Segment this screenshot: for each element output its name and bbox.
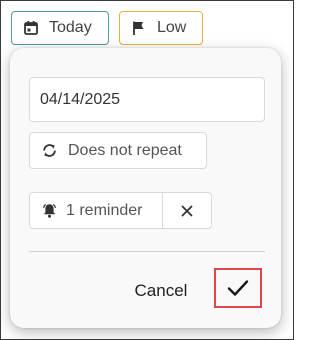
repeat-button[interactable]: Does not repeat — [29, 132, 207, 169]
bell-icon — [41, 202, 58, 219]
reminder-label: 1 reminder — [66, 201, 143, 219]
date-chip-label: Today — [49, 19, 92, 36]
check-icon — [227, 279, 249, 297]
date-chip[interactable]: Today — [11, 11, 109, 45]
reminder-control: 1 reminder — [29, 192, 212, 229]
divider — [29, 251, 265, 252]
flag-icon — [131, 20, 147, 36]
reminder-button[interactable]: 1 reminder — [30, 193, 163, 228]
reminder-clear-button[interactable] — [163, 193, 211, 228]
date-input[interactable] — [29, 77, 265, 122]
priority-chip-label: Low — [157, 19, 187, 36]
cancel-button[interactable]: Cancel — [124, 276, 198, 306]
close-icon — [181, 205, 193, 217]
date-popover: Does not repeat 1 reminder — [10, 48, 281, 328]
repeat-label: Does not repeat — [68, 141, 182, 159]
window-frame: Today Low Does not repeat — [0, 0, 294, 340]
repeat-icon — [41, 142, 58, 159]
confirm-button[interactable] — [214, 268, 262, 308]
calendar-icon — [23, 20, 39, 36]
priority-chip[interactable]: Low — [119, 11, 203, 45]
